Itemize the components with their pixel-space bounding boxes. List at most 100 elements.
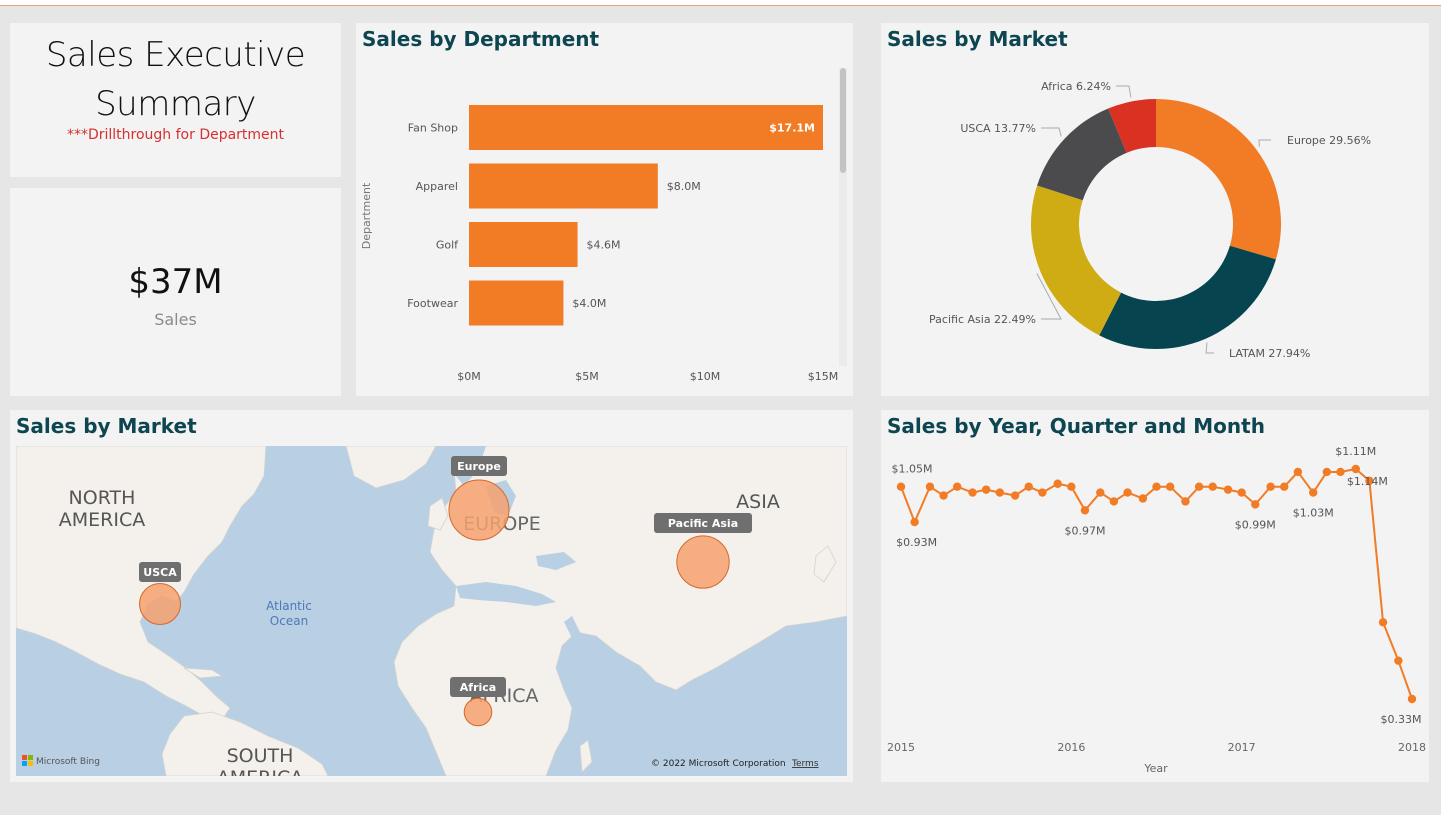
sales-line-point[interactable] <box>1237 488 1246 497</box>
department-bar-chart[interactable]: Department Fan Shop $17.1M Apparel $8.0M Gol… <box>356 23 853 396</box>
line-x-tick: 2016 <box>1057 741 1085 754</box>
label-asia: ASIA <box>736 491 780 513</box>
ribbon-edge <box>0 0 1441 6</box>
sales-line-point[interactable] <box>1266 482 1275 491</box>
sales-line-point[interactable] <box>1394 656 1403 665</box>
map-copyright: © 2022 Microsoft Corporation <box>651 759 786 769</box>
sea-arabian <box>596 668 656 716</box>
sales-line-point[interactable] <box>925 482 935 491</box>
donut-slice-label: Pacific Asia 22.49% <box>929 313 1036 326</box>
sales-line-point[interactable] <box>1322 467 1332 477</box>
line-x-axis-label: Year <box>1143 762 1168 775</box>
sales-line-point[interactable] <box>995 488 1004 497</box>
market-bubble-label: USCA <box>143 566 177 579</box>
donut-leader-line <box>1258 139 1271 147</box>
drillthrough-note: ***Drillthrough for Department <box>66 127 285 143</box>
department-value-label: $8.0M <box>667 180 701 193</box>
sales-line-point[interactable] <box>1181 497 1190 506</box>
sales-data-label: $1.14M <box>1347 475 1388 488</box>
department-category-label: Golf <box>436 239 459 252</box>
department-bar[interactable] <box>469 222 578 267</box>
sales-line-point[interactable] <box>1336 467 1345 477</box>
sales-line-point[interactable] <box>910 517 919 527</box>
sales-line-point[interactable] <box>1351 464 1360 474</box>
sales-line-point[interactable] <box>1208 482 1217 491</box>
bing-map[interactable]: NORTH AMERICA EUROPE ASIA AFRICA SOUTH A… <box>16 446 847 776</box>
sales-line-point[interactable] <box>1024 482 1033 491</box>
sales-line-point[interactable] <box>1378 618 1388 627</box>
sales-line-point[interactable] <box>939 491 948 500</box>
market-map-card[interactable]: Sales by Market NORTH AMERICA ASIA SOUTH… <box>10 410 853 782</box>
map-canvas[interactable]: NORTH AMERICA EUROPE ASIA AFRICA SOUTH A… <box>16 446 847 776</box>
label-south-america: SOUTH <box>227 745 294 767</box>
sea-bengal <box>676 686 716 724</box>
sales-line-point[interactable] <box>1309 488 1318 497</box>
sales-line-point[interactable] <box>1138 494 1148 503</box>
sales-line-point[interactable] <box>1053 479 1062 488</box>
sales-line-point[interactable] <box>953 482 962 491</box>
sales-line-point[interactable] <box>1152 482 1161 491</box>
department-x-tick: $15M <box>808 370 839 383</box>
sales-line-point[interactable] <box>1407 694 1417 704</box>
sales-line-point[interactable] <box>1165 482 1175 491</box>
donut-slice[interactable] <box>1156 99 1281 260</box>
department-bar[interactable] <box>469 163 658 209</box>
donut-slice-label: LATAM 27.94% <box>1229 347 1310 360</box>
line-x-tick: 2018 <box>1398 741 1426 754</box>
sales-data-label: $1.05M <box>892 463 933 476</box>
sales-line <box>900 467 1413 700</box>
sales-by-time-line-chart[interactable]: $1.05M $0.93M $0.97M $0.99M $1.03M $1.11M $1.1… <box>881 410 1429 782</box>
market-bubble[interactable] <box>448 479 510 541</box>
sales-line-point[interactable] <box>1096 488 1105 497</box>
department-chart-card[interactable]: Sales by Department Department Fan Shop $… <box>356 23 853 396</box>
market-donut-card[interactable]: Sales by Market Europe 29.56% LATAM 27.94… <box>881 23 1429 396</box>
map-terms-link[interactable]: Terms <box>791 759 819 769</box>
sales-line-point[interactable] <box>968 488 977 497</box>
donut-slice[interactable] <box>1031 185 1122 336</box>
sales-line-point[interactable] <box>1293 467 1303 477</box>
department-value-label: $17.1M <box>769 122 815 135</box>
sales-data-label: $0.97M <box>1064 524 1105 537</box>
sales-line-point[interactable] <box>896 482 906 491</box>
donut-slice-label: USCA 13.77% <box>960 122 1036 135</box>
donut-slice[interactable] <box>1099 245 1276 349</box>
market-donut-chart[interactable]: Europe 29.56% LATAM 27.94% Pacific Asia 22… <box>881 23 1429 396</box>
market-bubble[interactable] <box>463 697 493 727</box>
market-bubble[interactable] <box>139 583 181 625</box>
donut-leader-line <box>1116 85 1132 98</box>
sales-line-point[interactable] <box>981 485 991 494</box>
market-bubble[interactable] <box>676 535 730 589</box>
sales-line-point[interactable] <box>1109 497 1119 506</box>
sales-by-time-card[interactable]: Sales by Year, Quarter and Month $1.05M $… <box>881 410 1429 782</box>
sales-line-point[interactable] <box>1067 482 1076 491</box>
donut-slice[interactable] <box>1037 108 1127 201</box>
sales-line-point[interactable] <box>1251 500 1260 509</box>
report-title-line2: Summary <box>95 84 256 124</box>
sales-data-label: $0.93M <box>896 536 937 549</box>
label-north-america: NORTH <box>69 487 136 509</box>
sales-data-label: $1.11M <box>1335 445 1376 458</box>
sales-line-point[interactable] <box>1038 488 1047 497</box>
donut-slice-label: Europe 29.56% <box>1287 134 1371 147</box>
sales-line-point[interactable] <box>1123 488 1132 497</box>
sales-line-point[interactable] <box>1010 491 1020 500</box>
line-x-tick: 2015 <box>887 741 915 754</box>
scrollbar-thumb[interactable] <box>840 68 846 173</box>
land-north-america <box>16 446 267 721</box>
land-madagascar <box>579 739 593 773</box>
market-bubble-label: Europe <box>457 460 501 473</box>
department-category-label: Fan Shop <box>408 122 458 135</box>
sales-line-point[interactable] <box>1080 506 1090 515</box>
sales-data-label: $0.99M <box>1235 518 1276 531</box>
label-north-america-2: AMERICA <box>59 509 145 531</box>
sales-line-point[interactable] <box>1280 482 1289 491</box>
sales-kpi-card[interactable]: $37M Sales <box>10 188 341 396</box>
sales-data-label: $0.33M <box>1381 713 1422 726</box>
sales-line-point[interactable] <box>1194 482 1204 491</box>
report-title-line1: Sales Executive <box>45 35 306 75</box>
sales-line-point[interactable] <box>1223 485 1233 494</box>
department-x-tick: $0M <box>457 370 481 383</box>
department-bar[interactable] <box>469 280 564 326</box>
donut-leader-line <box>1041 127 1062 137</box>
map-title: Sales by Market <box>16 414 197 438</box>
